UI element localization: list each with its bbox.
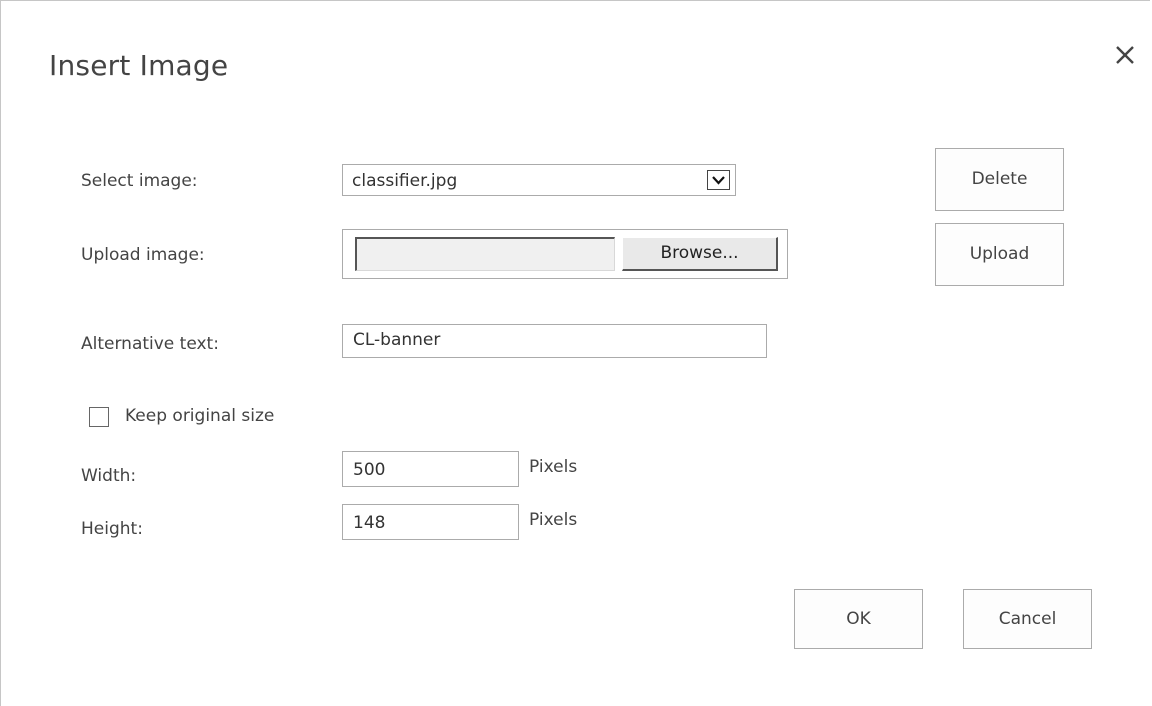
upload-file-control: Browse... — [342, 229, 788, 279]
chevron-down-icon — [712, 176, 725, 185]
height-unit: Pixels — [529, 510, 578, 530]
height-label: Height: — [81, 519, 143, 539]
close-button[interactable] — [1109, 39, 1141, 71]
delete-button[interactable]: Delete — [935, 148, 1064, 211]
file-path-input[interactable] — [355, 237, 615, 271]
width-unit: Pixels — [529, 457, 578, 477]
dialog-title: Insert Image — [49, 49, 229, 82]
upload-image-label: Upload image: — [81, 245, 205, 265]
select-image-value: classifier.jpg — [352, 171, 458, 191]
width-value: 500 — [353, 460, 386, 480]
height-input[interactable]: 148 — [342, 504, 519, 540]
keep-original-size-label: Keep original size — [125, 406, 275, 426]
alt-text-input[interactable]: CL-banner — [342, 324, 767, 358]
upload-button[interactable]: Upload — [935, 223, 1064, 286]
ok-button[interactable]: OK — [794, 589, 923, 649]
cancel-button[interactable]: Cancel — [963, 589, 1092, 649]
width-label: Width: — [81, 466, 137, 486]
width-input[interactable]: 500 — [342, 451, 519, 487]
alt-text-label: Alternative text: — [81, 334, 219, 354]
dropdown-toggle[interactable] — [707, 170, 730, 190]
select-image-label: Select image: — [81, 171, 198, 191]
alt-text-value: CL-banner — [353, 330, 441, 350]
close-icon — [1116, 46, 1134, 64]
keep-original-size-checkbox[interactable] — [89, 407, 109, 427]
browse-button[interactable]: Browse... — [622, 237, 778, 271]
height-value: 148 — [353, 513, 386, 533]
select-image-dropdown[interactable]: classifier.jpg — [342, 164, 736, 196]
insert-image-dialog: Insert Image Select image: classifier.jp… — [0, 0, 1150, 706]
